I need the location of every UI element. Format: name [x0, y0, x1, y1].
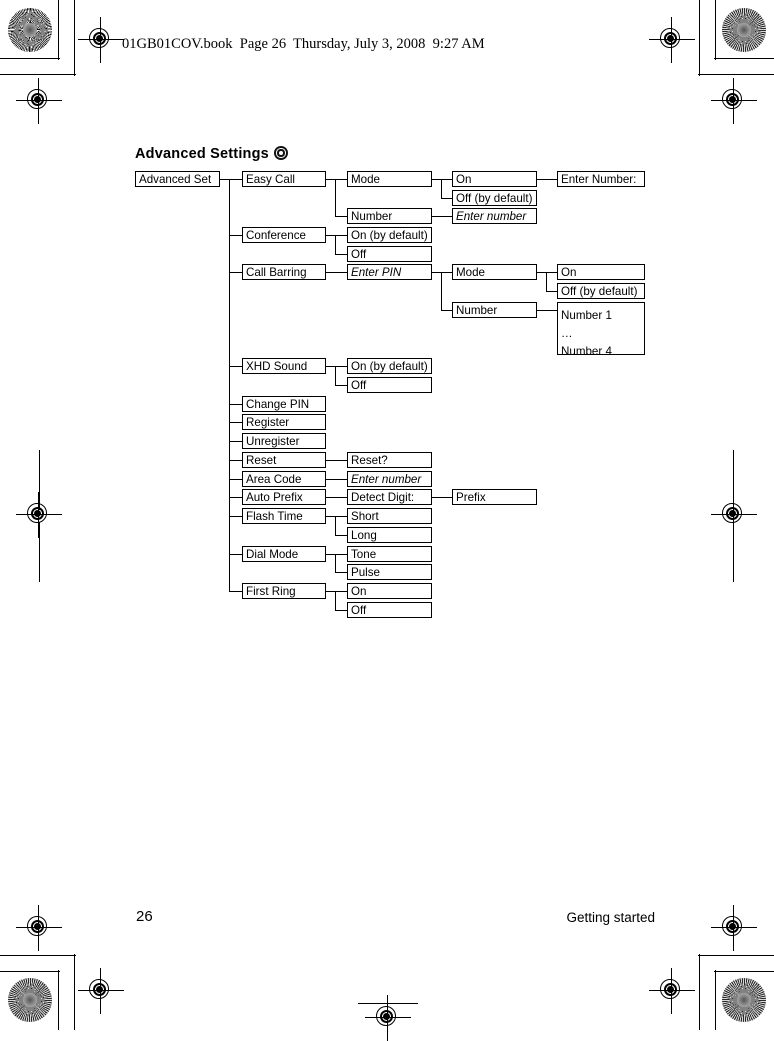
connector [229, 590, 242, 592]
node-xhd-sound[interactable]: XHD Sound [242, 358, 326, 374]
connector [229, 403, 242, 405]
connector [229, 365, 242, 367]
connector [326, 234, 347, 236]
node-easy-call-mode[interactable]: Mode [347, 171, 432, 187]
connector [335, 215, 347, 217]
node-call-barring-number-list[interactable]: Number 1 … Number 4 [557, 302, 645, 355]
node-call-barring-enter-pin[interactable]: Enter PIN [347, 264, 432, 280]
page-number: 26 [136, 908, 153, 925]
node-call-barring-mode-off[interactable]: Off (by default) [557, 283, 645, 299]
node-dial-mode-tone[interactable]: Tone [347, 546, 432, 562]
connector [441, 178, 443, 198]
connector [441, 309, 452, 311]
connector [432, 215, 452, 217]
connector [546, 271, 548, 291]
node-auto-prefix[interactable]: Auto Prefix [242, 489, 326, 505]
connector [326, 365, 347, 367]
connector [326, 459, 347, 461]
connector [432, 496, 452, 498]
connector [229, 478, 242, 480]
connector [326, 478, 347, 480]
node-easy-call-mode-off[interactable]: Off (by default) [452, 190, 537, 206]
connector [537, 309, 557, 311]
connector [229, 440, 242, 442]
node-first-ring-off[interactable]: Off [347, 602, 432, 618]
connector [229, 515, 242, 517]
connector [546, 290, 557, 292]
node-area-code-entry[interactable]: Enter number [347, 471, 432, 487]
node-conference-off[interactable]: Off [347, 246, 432, 262]
connector [229, 459, 242, 461]
connector [229, 178, 242, 180]
node-first-ring[interactable]: First Ring [242, 583, 326, 599]
footer-section-label: Getting started [566, 910, 655, 925]
connector [335, 590, 337, 610]
connector [326, 178, 347, 180]
connector [229, 421, 242, 423]
node-xhd-sound-off[interactable]: Off [347, 377, 432, 393]
node-advanced-set[interactable]: Advanced Set [135, 171, 220, 187]
node-easy-call[interactable]: Easy Call [242, 171, 326, 187]
node-call-barring-mode-on[interactable]: On [557, 264, 645, 280]
connector [335, 253, 347, 255]
connector [229, 234, 242, 236]
connector [335, 609, 347, 611]
connector [229, 178, 231, 592]
node-auto-prefix-prefix[interactable]: Prefix [452, 489, 537, 505]
node-area-code[interactable]: Area Code [242, 471, 326, 487]
node-call-barring[interactable]: Call Barring [242, 264, 326, 280]
advanced-settings-menu-tree: Advanced Set Easy Call Conference Call B… [0, 0, 774, 1030]
node-call-barring-number[interactable]: Number [452, 302, 537, 318]
node-first-ring-on[interactable]: On [347, 583, 432, 599]
node-xhd-sound-on[interactable]: On (by default) [347, 358, 432, 374]
connector [229, 496, 242, 498]
node-easy-call-mode-on[interactable]: On [452, 171, 537, 187]
connector [229, 271, 242, 273]
node-conference[interactable]: Conference [242, 227, 326, 243]
connector [326, 590, 347, 592]
node-call-barring-mode[interactable]: Mode [452, 264, 537, 280]
node-conference-on[interactable]: On (by default) [347, 227, 432, 243]
connector [335, 365, 337, 385]
connector [441, 271, 443, 310]
connector [441, 197, 452, 199]
node-reset[interactable]: Reset [242, 452, 326, 468]
node-flash-time-short[interactable]: Short [347, 508, 432, 524]
connector [335, 384, 347, 386]
node-auto-prefix-detect-digit[interactable]: Detect Digit: [347, 489, 432, 505]
connector [326, 271, 347, 273]
connector [326, 553, 347, 555]
connector [335, 515, 337, 535]
node-flash-time-long[interactable]: Long [347, 527, 432, 543]
connector [326, 496, 347, 498]
node-register[interactable]: Register [242, 414, 326, 430]
node-dial-mode-pulse[interactable]: Pulse [347, 564, 432, 580]
connector [229, 553, 242, 555]
connector [335, 553, 337, 572]
node-easy-call-number[interactable]: Number [347, 208, 432, 224]
node-dial-mode[interactable]: Dial Mode [242, 546, 326, 562]
connector [335, 534, 347, 536]
connector [537, 178, 557, 180]
node-change-pin[interactable]: Change PIN [242, 396, 326, 412]
connector [335, 571, 347, 573]
node-unregister[interactable]: Unregister [242, 433, 326, 449]
node-flash-time[interactable]: Flash Time [242, 508, 326, 524]
node-easy-call-enter-number-prompt[interactable]: Enter Number: [557, 171, 645, 187]
connector [335, 178, 337, 216]
node-easy-call-number-entry[interactable]: Enter number [452, 208, 537, 224]
node-reset-confirm[interactable]: Reset? [347, 452, 432, 468]
connector [326, 515, 347, 517]
connector [335, 234, 337, 254]
